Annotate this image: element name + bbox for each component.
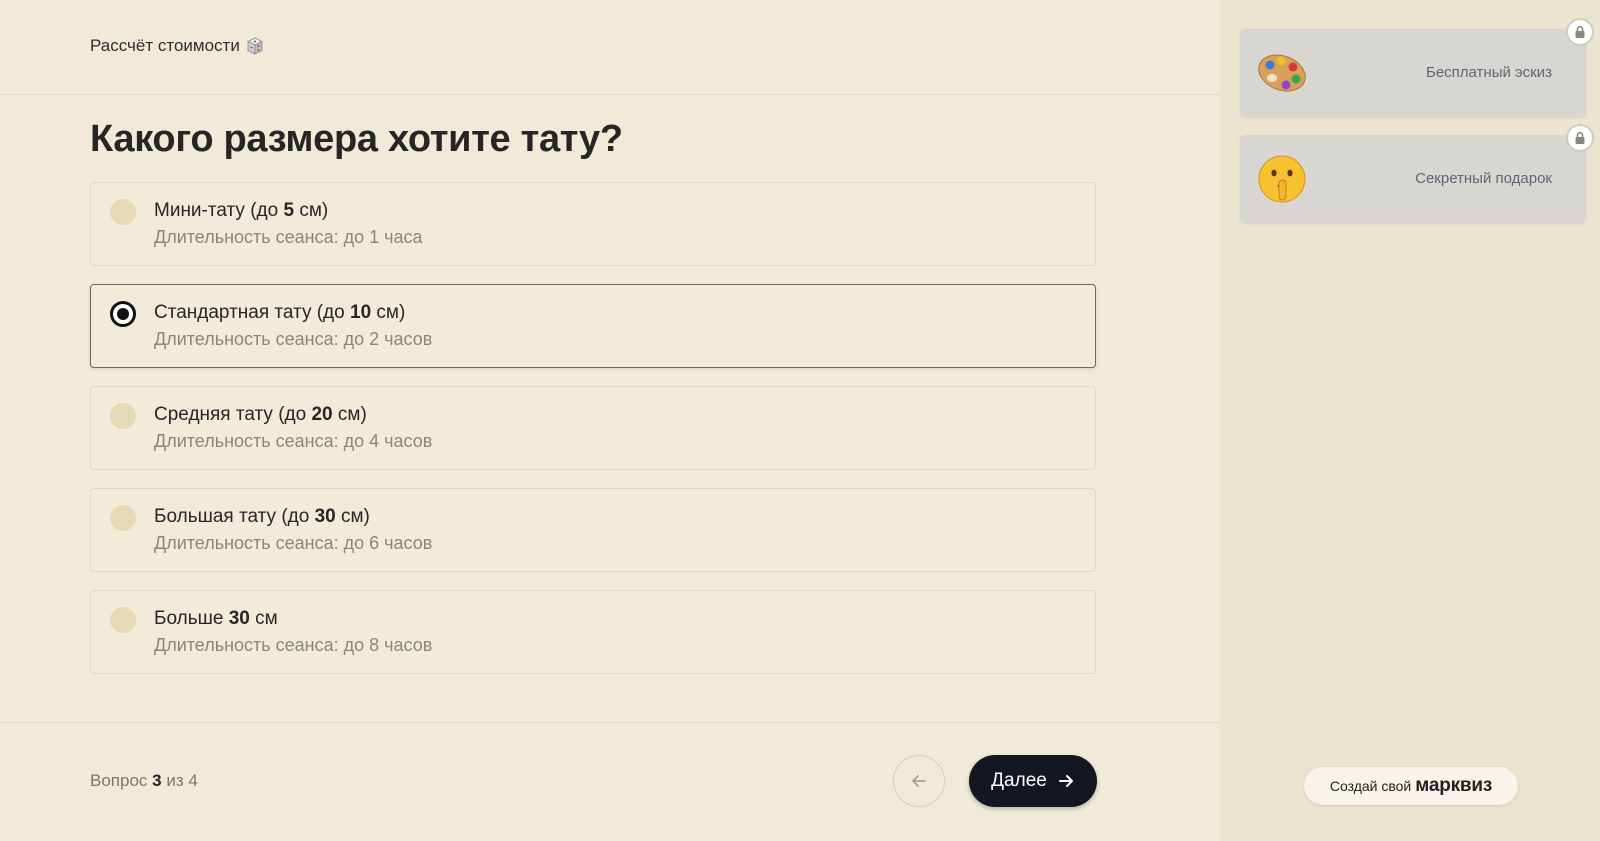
brand-name: марквиз bbox=[1415, 775, 1493, 796]
option-title-bold: 5 bbox=[283, 200, 295, 221]
option-title: Большая тату (до 30 см) bbox=[154, 506, 370, 528]
option-title-pre: Больше bbox=[154, 608, 229, 629]
shushing-face-icon bbox=[1258, 155, 1306, 203]
palette-icon bbox=[1258, 54, 1306, 92]
lock-icon bbox=[1566, 18, 1594, 46]
header-title-text: Рассчёт стоимости bbox=[90, 36, 240, 55]
options-list: Мини-тату (до 5 см) Длительность сеанса:… bbox=[90, 182, 1096, 692]
progress-current: 3 bbox=[152, 771, 162, 790]
option-description: Длительность сеанса: до 8 часов bbox=[154, 635, 433, 655]
gift-label: Бесплатный эскиз bbox=[1425, 64, 1552, 81]
arrow-left-icon bbox=[912, 775, 926, 787]
radio-button[interactable] bbox=[110, 505, 136, 531]
question-title: Какого размера хотите тату? bbox=[90, 118, 623, 160]
radio-button-selected[interactable] bbox=[110, 301, 136, 327]
option-large[interactable]: Большая тату (до 30 см) Длительность сеа… bbox=[90, 488, 1096, 572]
radio-button[interactable] bbox=[110, 199, 136, 225]
option-title: Средняя тату (до 20 см) bbox=[154, 404, 367, 426]
option-title-post: см) bbox=[294, 200, 329, 221]
option-title-pre: Стандартная тату (до bbox=[154, 302, 350, 323]
option-title: Больше 30 см bbox=[154, 608, 278, 630]
option-title-post: см) bbox=[371, 302, 406, 323]
brand-badge[interactable]: Создай свой марквиз bbox=[1304, 767, 1518, 805]
option-title-post: см bbox=[249, 608, 278, 629]
option-title-bold: 30 bbox=[228, 608, 250, 629]
gift-card-secret-gift: Секретный подарок bbox=[1240, 124, 1594, 223]
option-title-pre: Мини-тату (до bbox=[154, 200, 284, 221]
option-title-post: см) bbox=[332, 404, 367, 425]
option-title-bold: 10 bbox=[350, 302, 372, 323]
progress-label: Вопрос bbox=[90, 771, 148, 790]
option-mini[interactable]: Мини-тату (до 5 см) Длительность сеанса:… bbox=[90, 182, 1096, 266]
next-button-label: Далее bbox=[991, 770, 1047, 791]
radio-button[interactable] bbox=[110, 607, 136, 633]
option-standard[interactable]: Стандартная тату (до 10 см) Длительность… bbox=[90, 284, 1096, 368]
option-title-pre: Большая тату (до bbox=[154, 506, 315, 527]
option-description: Длительность сеанса: до 2 часов bbox=[154, 329, 433, 349]
arrow-right-icon bbox=[1058, 775, 1073, 787]
option-title-bold: 20 bbox=[311, 404, 333, 425]
dice-icon bbox=[246, 37, 264, 55]
quiz-header: Рассчёт стоимости bbox=[0, 0, 1220, 95]
gift-card-free-sketch: Бесплатный эскиз bbox=[1240, 18, 1594, 117]
option-title: Стандартная тату (до 10 см) bbox=[154, 302, 405, 324]
progress-total: 4 bbox=[188, 771, 198, 790]
back-button[interactable] bbox=[893, 755, 945, 807]
option-title-post: см) bbox=[335, 506, 370, 527]
option-xlarge[interactable]: Больше 30 см Длительность сеанса: до 8 ч… bbox=[90, 590, 1096, 674]
quiz-footer: Вопрос 3 из 4 Далее bbox=[0, 722, 1220, 841]
option-title: Мини-тату (до 5 см) bbox=[154, 200, 328, 222]
option-title-pre: Средняя тату (до bbox=[154, 404, 312, 425]
next-button[interactable]: Далее bbox=[969, 755, 1097, 807]
question-progress: Вопрос 3 из 4 bbox=[90, 771, 198, 791]
option-title-bold: 30 bbox=[314, 506, 336, 527]
option-description: Длительность сеанса: до 6 часов bbox=[154, 533, 433, 553]
progress-separator: из bbox=[166, 771, 184, 790]
rewards-sidebar: Бесплатный эскиз Секретный подарок Созда… bbox=[1220, 0, 1600, 841]
lock-icon bbox=[1566, 124, 1594, 152]
option-description: Длительность сеанса: до 4 часов bbox=[154, 431, 433, 451]
gift-label: Секретный подарок bbox=[1415, 170, 1552, 187]
header-title: Рассчёт стоимости bbox=[90, 36, 264, 56]
option-medium[interactable]: Средняя тату (до 20 см) Длительность сеа… bbox=[90, 386, 1096, 470]
option-description: Длительность сеанса: до 1 часа bbox=[154, 227, 423, 247]
quiz-main: Рассчёт стоимости Какого размера хотите … bbox=[0, 0, 1220, 841]
brand-prefix: Создай свой bbox=[1329, 778, 1412, 794]
radio-button[interactable] bbox=[110, 403, 136, 429]
